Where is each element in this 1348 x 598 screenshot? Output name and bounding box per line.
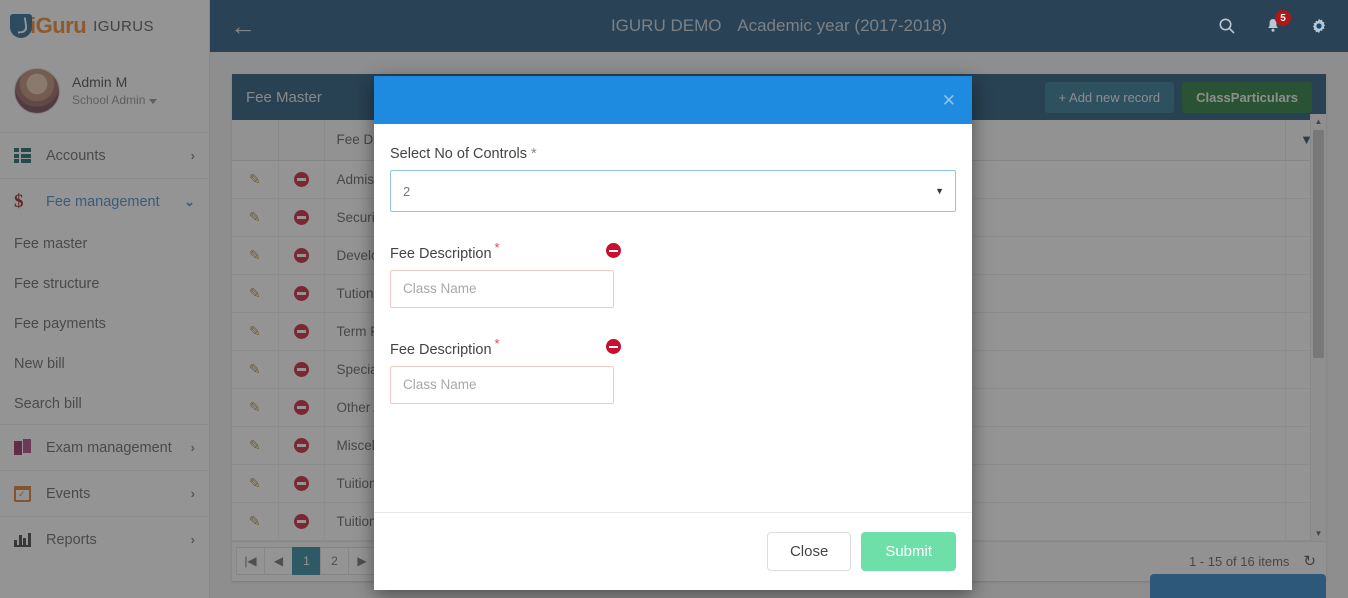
fee-description-row-1: Fee Description * bbox=[390, 240, 956, 308]
fee-description-input-2[interactable] bbox=[390, 365, 614, 404]
modal-header: ✕ bbox=[374, 76, 972, 124]
fee-description-row-2: Fee Description * bbox=[390, 336, 956, 404]
close-icon[interactable]: ✕ bbox=[942, 92, 956, 109]
fee-description-label-text: Fee Description bbox=[390, 341, 492, 358]
select-controls-label-text: Select No of Controls bbox=[390, 146, 528, 162]
search-icon[interactable] bbox=[1218, 17, 1236, 35]
select-controls-wrap: 2 ▼ bbox=[390, 170, 956, 212]
fee-description-label: Fee Description * bbox=[390, 240, 500, 262]
required-mark: * bbox=[531, 146, 537, 162]
modal-body: Select No of Controls * 2 ▼ Fee Descript… bbox=[374, 124, 972, 512]
fee-description-label: Fee Description * bbox=[390, 336, 500, 358]
modal-footer: Close Submit bbox=[374, 512, 972, 590]
select-controls-label: Select No of Controls * bbox=[390, 146, 956, 162]
close-button[interactable]: Close bbox=[766, 532, 852, 571]
select-no-of-controls[interactable]: 2 bbox=[390, 170, 956, 212]
fee-description-row-1-head: Fee Description * bbox=[390, 240, 956, 262]
notification-badge: 5 bbox=[1275, 10, 1291, 26]
add-fee-controls-modal: ✕ Select No of Controls * 2 ▼ Fee Descri… bbox=[374, 76, 972, 590]
minus-circle-icon[interactable] bbox=[605, 243, 621, 259]
fee-description-row-2-head: Fee Description * bbox=[390, 336, 956, 358]
topbar-icons: 5 bbox=[1218, 10, 1328, 35]
minus-circle-icon[interactable] bbox=[605, 339, 621, 355]
app-root: iGuru IGURUS Admin M School Admin Accoun… bbox=[0, 0, 1348, 598]
submit-button[interactable]: Submit bbox=[861, 532, 956, 571]
fee-description-label-text: Fee Description bbox=[390, 245, 492, 262]
required-mark: * bbox=[494, 335, 500, 351]
bell-icon[interactable]: 5 bbox=[1264, 10, 1291, 35]
fee-description-input-1[interactable] bbox=[390, 269, 614, 308]
gear-icon[interactable] bbox=[1310, 17, 1328, 35]
required-mark: * bbox=[494, 240, 500, 255]
